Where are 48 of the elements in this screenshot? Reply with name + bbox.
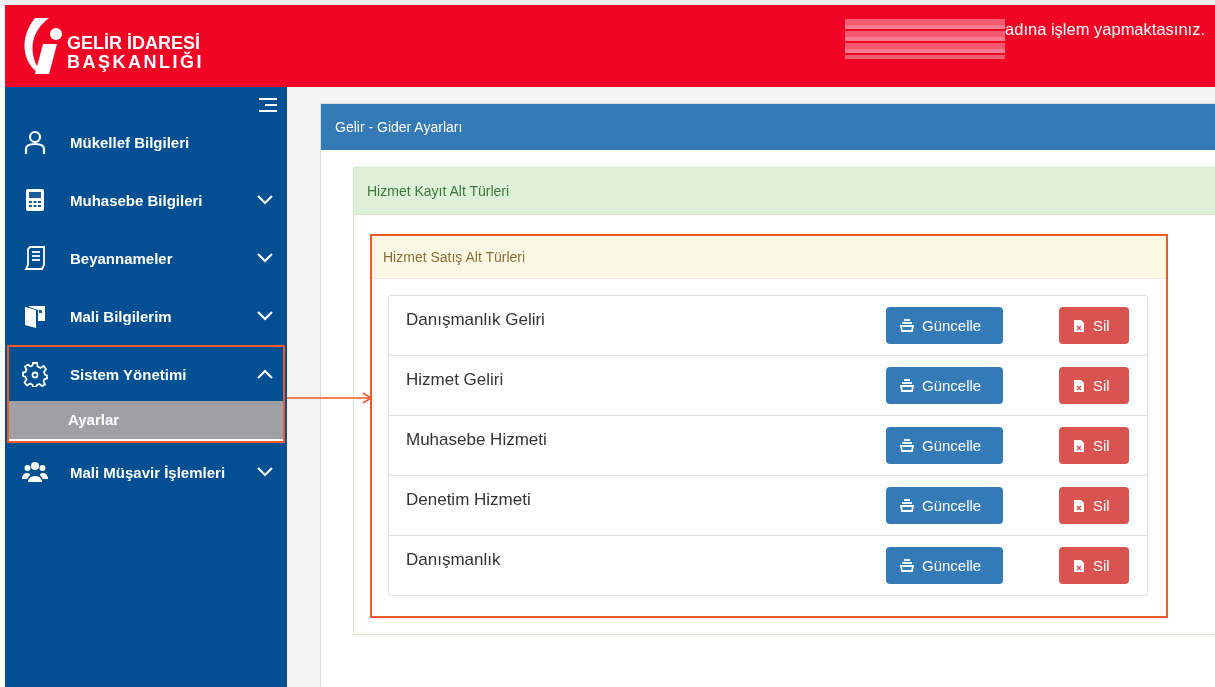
file-x-icon (1073, 558, 1085, 573)
section-heading: Hizmet Satış Alt Türleri (372, 236, 1166, 279)
sidebar-item[interactable]: Mali Bilgilerim (9, 289, 283, 343)
file-x-icon (1073, 378, 1085, 393)
item-name: Danışmanlık (406, 549, 502, 570)
gear-icon (22, 361, 48, 387)
tray-icon (900, 319, 914, 332)
chevron-down-icon (257, 253, 273, 263)
item-name: Denetim Hizmeti (406, 489, 532, 510)
logo-text: BAŞKANLIĞI (67, 53, 204, 72)
users-icon (22, 459, 48, 485)
document-icon (22, 245, 48, 271)
update-button[interactable]: Güncelle (886, 307, 1003, 344)
delete-button[interactable]: Sil (1059, 487, 1129, 524)
tray-icon (900, 379, 914, 392)
subpanel-heading: Hizmet Kayıt Alt Türleri (354, 168, 1215, 215)
sidebar-item[interactable]: Muhasebe Bilgileri (9, 173, 283, 227)
chevron-down-icon (257, 311, 273, 321)
file-x-icon (1073, 318, 1085, 333)
tray-icon (900, 499, 914, 512)
update-button[interactable]: Güncelle (886, 427, 1003, 464)
chevron-down-icon (257, 195, 273, 205)
update-button[interactable]: Güncelle (886, 547, 1003, 584)
delete-button[interactable]: Sil (1059, 427, 1129, 464)
tray-icon (900, 559, 914, 572)
chevron-up-icon (257, 369, 273, 379)
sidebar-item[interactable]: Sistem Yönetimi (9, 347, 283, 401)
item-name: Danışmanlık Geliri (406, 309, 546, 330)
menu-icon[interactable] (257, 97, 277, 113)
file-x-icon (1073, 498, 1085, 513)
panel-heading: Gelir - Gider Ayarları (321, 104, 1215, 150)
user-notice: adına işlem yapmaktasınız. (1005, 19, 1205, 39)
person-icon (22, 129, 48, 155)
item-name: Hizmet Geliri (406, 369, 505, 390)
sidebar-item[interactable]: Beyannameler (9, 231, 283, 285)
delete-button[interactable]: Sil (1059, 547, 1129, 584)
update-button[interactable]: Güncelle (886, 367, 1003, 404)
wallet-icon (22, 303, 48, 329)
item-name: Muhasebe Hizmeti (406, 429, 548, 450)
file-x-icon (1073, 438, 1085, 453)
tray-icon (900, 439, 914, 452)
update-button[interactable]: Güncelle (886, 487, 1003, 524)
delete-button[interactable]: Sil (1059, 307, 1129, 344)
sidebar-item[interactable]: Mükellef Bilgileri (9, 115, 283, 169)
delete-button[interactable]: Sil (1059, 367, 1129, 404)
sidebar-item[interactable]: Mali Müşavir İşlemleri (9, 445, 283, 499)
chevron-down-icon (257, 467, 273, 477)
sidebar-subitem[interactable]: Ayarlar (9, 401, 283, 441)
